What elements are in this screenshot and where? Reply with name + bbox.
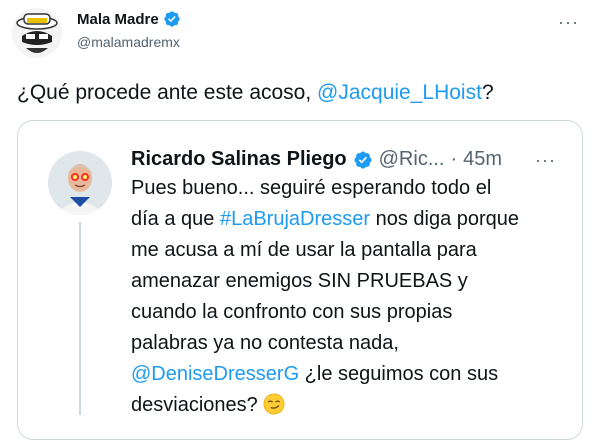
smirk-emoji-icon [263,393,285,415]
quoted-author-handle[interactable]: @Ric... [379,148,445,171]
quoted-text-line: me acusa a mí de usar la pantalla para [131,239,477,261]
quoted-tweet-time[interactable]: 45m [463,148,502,171]
thread-line [79,222,81,415]
quoted-text-line: palabras ya no contesta nada, [131,332,399,354]
quoted-text-line: amenazar enemigos SIN PRUEBAS y [131,270,468,292]
quoted-tweet-header: Ricardo Salinas Pliego @Ric... · 45m [131,148,502,171]
author-handle[interactable]: @malamadremx [77,34,180,50]
author-name[interactable]: Mala Madre [77,11,159,28]
verified-badge-icon [164,11,180,27]
mention-link[interactable]: @DeniseDresserG [131,363,299,385]
mention-link[interactable]: @Jacquie_LHoist [317,81,482,104]
hashtag-link[interactable]: #LaBrujaDresser [220,208,370,230]
quoted-text-line: cuando la confronto con sus propias [131,301,453,323]
more-options-icon[interactable]: ··· [535,150,556,171]
tweet-text-body: ¿Qué procede ante este acoso, [17,81,318,104]
time-separator: · [450,148,458,170]
tweet-text: ¿Qué procede ante este acoso, @Jacquie_L… [17,79,494,107]
author-avatar[interactable] [12,8,62,58]
quoted-author-avatar[interactable] [48,151,112,215]
quoted-text-segment: ¿le seguimos con sus [299,363,499,385]
quoted-tweet-text: Pues bueno... seguiré esperando todo el … [131,173,551,421]
quoted-text-segment: nos diga porque [370,208,520,230]
quoted-text-segment: día a que [131,208,220,230]
quoted-text-line: Pues bueno... seguiré esperando todo el [131,177,492,199]
tweet-text-suffix: ? [481,81,494,104]
more-options-icon[interactable]: ··· [558,12,579,33]
quoted-text-line: desviaciones? [131,390,551,421]
author-name-row[interactable]: Mala Madre [77,10,181,28]
quoted-text-line: día a que #LaBrujaDresser nos diga porqu… [131,204,551,235]
verified-badge-icon [354,150,372,169]
quoted-text-segment: desviaciones? [131,394,258,416]
quoted-author-name[interactable]: Ricardo Salinas Pliego [131,148,347,171]
quoted-text-line: @DeniseDresserG ¿le seguimos con sus [131,359,551,390]
